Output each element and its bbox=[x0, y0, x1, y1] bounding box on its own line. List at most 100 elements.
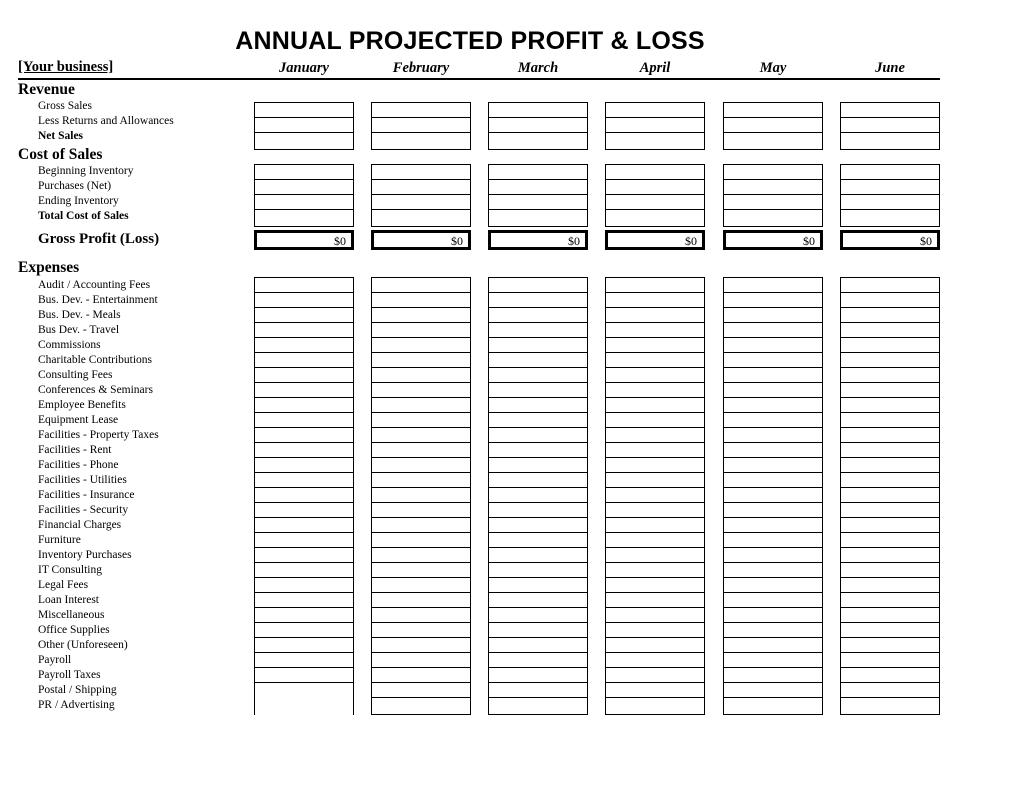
value-cell[interactable] bbox=[489, 210, 587, 225]
value-cell[interactable] bbox=[489, 473, 587, 488]
value-cell[interactable] bbox=[489, 428, 587, 443]
value-cell[interactable] bbox=[372, 308, 470, 323]
value-cell[interactable] bbox=[606, 548, 704, 563]
value-cell[interactable] bbox=[724, 398, 822, 413]
gross-profit-value-april[interactable]: $0 bbox=[605, 230, 705, 250]
value-cell[interactable] bbox=[255, 608, 353, 623]
value-cell[interactable] bbox=[489, 548, 587, 563]
value-cell[interactable] bbox=[489, 668, 587, 683]
value-cell[interactable] bbox=[255, 683, 353, 698]
value-cell[interactable] bbox=[372, 488, 470, 503]
value-cell[interactable] bbox=[724, 278, 822, 293]
value-cell[interactable] bbox=[372, 118, 470, 133]
value-cell[interactable] bbox=[606, 398, 704, 413]
value-cell[interactable] bbox=[724, 118, 822, 133]
value-cell[interactable] bbox=[372, 278, 470, 293]
value-cell[interactable] bbox=[489, 398, 587, 413]
value-cell[interactable] bbox=[489, 278, 587, 293]
value-cell[interactable] bbox=[372, 518, 470, 533]
value-cell[interactable] bbox=[841, 353, 939, 368]
value-cell[interactable] bbox=[841, 458, 939, 473]
value-cell[interactable] bbox=[724, 323, 822, 338]
value-cell[interactable] bbox=[606, 428, 704, 443]
value-cell[interactable] bbox=[724, 413, 822, 428]
value-cell[interactable] bbox=[255, 180, 353, 195]
value-cell[interactable] bbox=[255, 548, 353, 563]
value-cell[interactable] bbox=[489, 608, 587, 623]
value-cell[interactable] bbox=[489, 458, 587, 473]
value-cell[interactable] bbox=[255, 563, 353, 578]
value-cell[interactable] bbox=[606, 458, 704, 473]
value-cell[interactable] bbox=[841, 653, 939, 668]
value-cell[interactable] bbox=[841, 443, 939, 458]
value-cell[interactable] bbox=[841, 473, 939, 488]
value-cell[interactable] bbox=[255, 458, 353, 473]
gross-profit-value-january[interactable]: $0 bbox=[254, 230, 354, 250]
value-cell[interactable] bbox=[372, 608, 470, 623]
value-cell[interactable] bbox=[606, 623, 704, 638]
value-cell[interactable] bbox=[489, 103, 587, 118]
value-cell[interactable] bbox=[255, 133, 353, 148]
value-cell[interactable] bbox=[606, 195, 704, 210]
value-cell[interactable] bbox=[255, 195, 353, 210]
value-cell[interactable] bbox=[372, 133, 470, 148]
value-cell[interactable] bbox=[255, 698, 353, 713]
value-cell[interactable] bbox=[489, 323, 587, 338]
value-cell[interactable] bbox=[724, 308, 822, 323]
value-cell[interactable] bbox=[606, 473, 704, 488]
value-cell[interactable] bbox=[606, 443, 704, 458]
value-cell[interactable] bbox=[372, 548, 470, 563]
value-cell[interactable] bbox=[489, 338, 587, 353]
value-cell[interactable] bbox=[724, 503, 822, 518]
value-cell[interactable] bbox=[724, 533, 822, 548]
value-cell[interactable] bbox=[489, 293, 587, 308]
value-cell[interactable] bbox=[372, 398, 470, 413]
value-cell[interactable] bbox=[372, 533, 470, 548]
value-cell[interactable] bbox=[372, 563, 470, 578]
value-cell[interactable] bbox=[724, 668, 822, 683]
value-cell[interactable] bbox=[724, 653, 822, 668]
value-cell[interactable] bbox=[255, 443, 353, 458]
value-cell[interactable] bbox=[841, 683, 939, 698]
value-cell[interactable] bbox=[606, 103, 704, 118]
value-cell[interactable] bbox=[606, 353, 704, 368]
value-cell[interactable] bbox=[372, 210, 470, 225]
value-cell[interactable] bbox=[841, 323, 939, 338]
value-cell[interactable] bbox=[372, 383, 470, 398]
value-cell[interactable] bbox=[724, 548, 822, 563]
value-cell[interactable] bbox=[255, 668, 353, 683]
value-cell[interactable] bbox=[489, 180, 587, 195]
value-cell[interactable] bbox=[841, 563, 939, 578]
value-cell[interactable] bbox=[841, 210, 939, 225]
value-cell[interactable] bbox=[724, 638, 822, 653]
business-name-field[interactable]: [Your business] bbox=[18, 59, 113, 76]
value-cell[interactable] bbox=[606, 518, 704, 533]
value-cell[interactable] bbox=[489, 698, 587, 713]
value-cell[interactable] bbox=[489, 593, 587, 608]
value-cell[interactable] bbox=[606, 293, 704, 308]
value-cell[interactable] bbox=[724, 698, 822, 713]
value-cell[interactable] bbox=[606, 533, 704, 548]
value-cell[interactable] bbox=[372, 698, 470, 713]
value-cell[interactable] bbox=[255, 653, 353, 668]
value-cell[interactable] bbox=[372, 473, 470, 488]
value-cell[interactable] bbox=[255, 278, 353, 293]
value-cell[interactable] bbox=[724, 195, 822, 210]
value-cell[interactable] bbox=[372, 368, 470, 383]
value-cell[interactable] bbox=[841, 578, 939, 593]
value-cell[interactable] bbox=[606, 308, 704, 323]
value-cell[interactable] bbox=[606, 180, 704, 195]
value-cell[interactable] bbox=[606, 210, 704, 225]
gross-profit-value-june[interactable]: $0 bbox=[840, 230, 940, 250]
value-cell[interactable] bbox=[841, 668, 939, 683]
value-cell[interactable] bbox=[606, 413, 704, 428]
value-cell[interactable] bbox=[372, 103, 470, 118]
value-cell[interactable] bbox=[606, 133, 704, 148]
value-cell[interactable] bbox=[489, 533, 587, 548]
value-cell[interactable] bbox=[489, 383, 587, 398]
value-cell[interactable] bbox=[606, 563, 704, 578]
value-cell[interactable] bbox=[841, 118, 939, 133]
value-cell[interactable] bbox=[606, 578, 704, 593]
value-cell[interactable] bbox=[606, 278, 704, 293]
value-cell[interactable] bbox=[489, 413, 587, 428]
